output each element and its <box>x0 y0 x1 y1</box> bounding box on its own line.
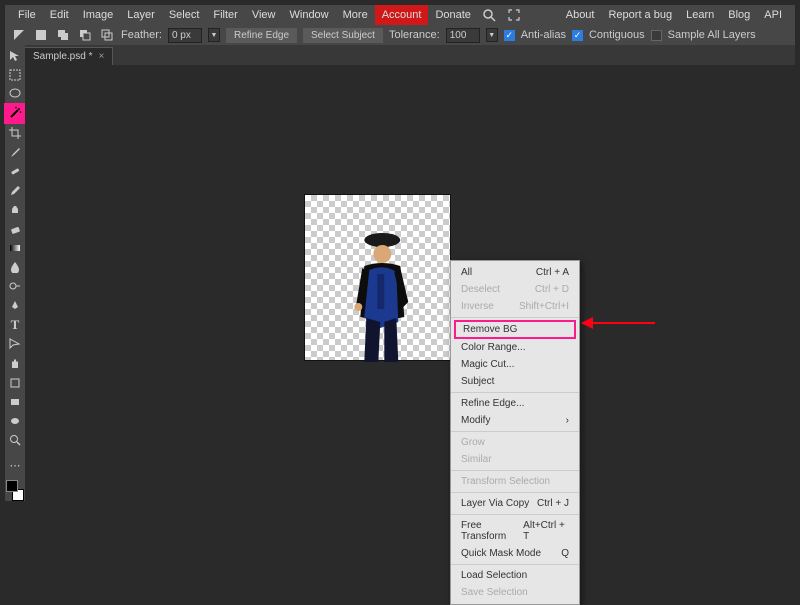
lasso-tool[interactable] <box>6 85 24 102</box>
tab-sample[interactable]: Sample.psd * × <box>25 47 113 65</box>
contiguous-label: Contiguous <box>589 29 645 41</box>
tab-label: Sample.psd * <box>33 51 92 62</box>
ctx-transform[interactable]: Transform Selection <box>451 473 579 490</box>
rect-tool[interactable] <box>6 393 24 410</box>
menu-edit[interactable]: Edit <box>43 5 76 25</box>
ellipse-tool[interactable] <box>6 412 24 429</box>
feather-input[interactable] <box>168 28 202 43</box>
feather-label: Feather: <box>121 29 162 41</box>
ctx-remove-bg[interactable]: Remove BG <box>454 320 576 339</box>
ctx-subject[interactable]: Subject <box>451 373 579 390</box>
antialias-checkbox[interactable]: ✓ <box>504 30 515 41</box>
menu-learn[interactable]: Learn <box>679 5 721 25</box>
ctx-quick-mask[interactable]: Quick Mask ModeQ <box>451 545 579 562</box>
path-tool[interactable] <box>6 336 24 353</box>
document-canvas[interactable] <box>305 195 450 360</box>
options-bar: Feather: ▼ Refine Edge Select Subject To… <box>5 25 795 45</box>
color-swatches[interactable] <box>6 480 24 501</box>
tolerance-label: Tolerance: <box>389 29 440 41</box>
ctx-magic-cut[interactable]: Magic Cut... <box>451 356 579 373</box>
zoom-tool[interactable] <box>6 432 24 449</box>
ctx-grow[interactable]: Grow <box>451 434 579 451</box>
dodge-tool[interactable] <box>6 278 24 295</box>
menu-view[interactable]: View <box>245 5 283 25</box>
menu-donate[interactable]: Donate <box>428 5 477 25</box>
person-image <box>334 222 429 362</box>
menu-about[interactable]: About <box>559 5 602 25</box>
crop-tool[interactable] <box>6 124 24 141</box>
antialias-label: Anti-alias <box>521 29 566 41</box>
context-menu: AllCtrl + A DeselectCtrl + D InverseShif… <box>450 260 580 605</box>
search-icon[interactable] <box>482 7 498 23</box>
gradient-tool[interactable] <box>6 239 24 256</box>
annotation-arrow <box>585 322 655 324</box>
ctx-load-selection[interactable]: Load Selection <box>451 567 579 584</box>
menu-blog[interactable]: Blog <box>721 5 757 25</box>
document-tabs: Sample.psd * × <box>25 45 795 65</box>
ctx-modify[interactable]: Modify› <box>451 412 579 429</box>
ctx-deselect[interactable]: DeselectCtrl + D <box>451 281 579 298</box>
hand-tool[interactable] <box>6 355 24 372</box>
tolerance-dropdown[interactable]: ▼ <box>486 28 498 42</box>
marquee-tool[interactable] <box>6 66 24 83</box>
heal-tool[interactable] <box>6 162 24 179</box>
ctx-save-selection[interactable]: Save Selection <box>451 584 579 601</box>
menu-account[interactable]: Account <box>375 5 429 25</box>
ctx-refine-edge[interactable]: Refine Edge... <box>451 395 579 412</box>
eraser-tool[interactable] <box>6 220 24 237</box>
select-subject-button[interactable]: Select Subject <box>303 28 383 43</box>
tolerance-input[interactable] <box>446 28 480 43</box>
text-tool[interactable]: T <box>6 316 24 333</box>
menu-file[interactable]: File <box>11 5 43 25</box>
menu-image[interactable]: Image <box>76 5 121 25</box>
ctx-similar[interactable]: Similar <box>451 451 579 468</box>
clone-tool[interactable] <box>6 201 24 218</box>
eyedropper-tool[interactable] <box>6 143 24 160</box>
menu-select[interactable]: Select <box>162 5 207 25</box>
menu-api[interactable]: API <box>757 5 789 25</box>
foreground-swatch[interactable] <box>6 480 18 492</box>
mode-subtract-icon[interactable] <box>77 27 93 43</box>
ctx-free-transform[interactable]: Free TransformAlt+Ctrl + T <box>451 517 579 545</box>
move-tool[interactable] <box>6 47 24 64</box>
brush-tool[interactable] <box>6 182 24 199</box>
menu-bar: File Edit Image Layer Select Filter View… <box>5 5 795 25</box>
tool-preset-icon[interactable] <box>11 27 27 43</box>
contiguous-checkbox[interactable]: ✓ <box>572 30 583 41</box>
shape-tool[interactable] <box>6 374 24 391</box>
ctx-all[interactable]: AllCtrl + A <box>451 264 579 281</box>
tab-close-icon[interactable]: × <box>98 51 104 62</box>
menu-filter[interactable]: Filter <box>206 5 244 25</box>
menu-window[interactable]: Window <box>283 5 336 25</box>
tool-column: T ⋯ <box>5 45 25 501</box>
ctx-layer-via-copy[interactable]: Layer Via CopyCtrl + J <box>451 495 579 512</box>
sample-all-label: Sample All Layers <box>668 29 756 41</box>
feather-dropdown[interactable]: ▼ <box>208 28 220 42</box>
magic-wand-tool[interactable] <box>6 105 24 122</box>
dots-icon[interactable]: ⋯ <box>6 457 24 474</box>
mode-add-icon[interactable] <box>55 27 71 43</box>
fullscreen-icon[interactable] <box>506 7 522 23</box>
menu-layer[interactable]: Layer <box>120 5 162 25</box>
blur-tool[interactable] <box>6 259 24 276</box>
refine-edge-button[interactable]: Refine Edge <box>226 28 297 43</box>
ctx-inverse[interactable]: InverseShift+Ctrl+I <box>451 298 579 315</box>
mode-intersect-icon[interactable] <box>99 27 115 43</box>
canvas-area[interactable]: AllCtrl + A DeselectCtrl + D InverseShif… <box>25 65 795 501</box>
sample-all-checkbox[interactable] <box>651 30 662 41</box>
menu-more[interactable]: More <box>336 5 375 25</box>
pen-tool[interactable] <box>6 297 24 314</box>
mode-new-icon[interactable] <box>33 27 49 43</box>
ctx-color-range[interactable]: Color Range... <box>451 339 579 356</box>
menu-report[interactable]: Report a bug <box>601 5 679 25</box>
